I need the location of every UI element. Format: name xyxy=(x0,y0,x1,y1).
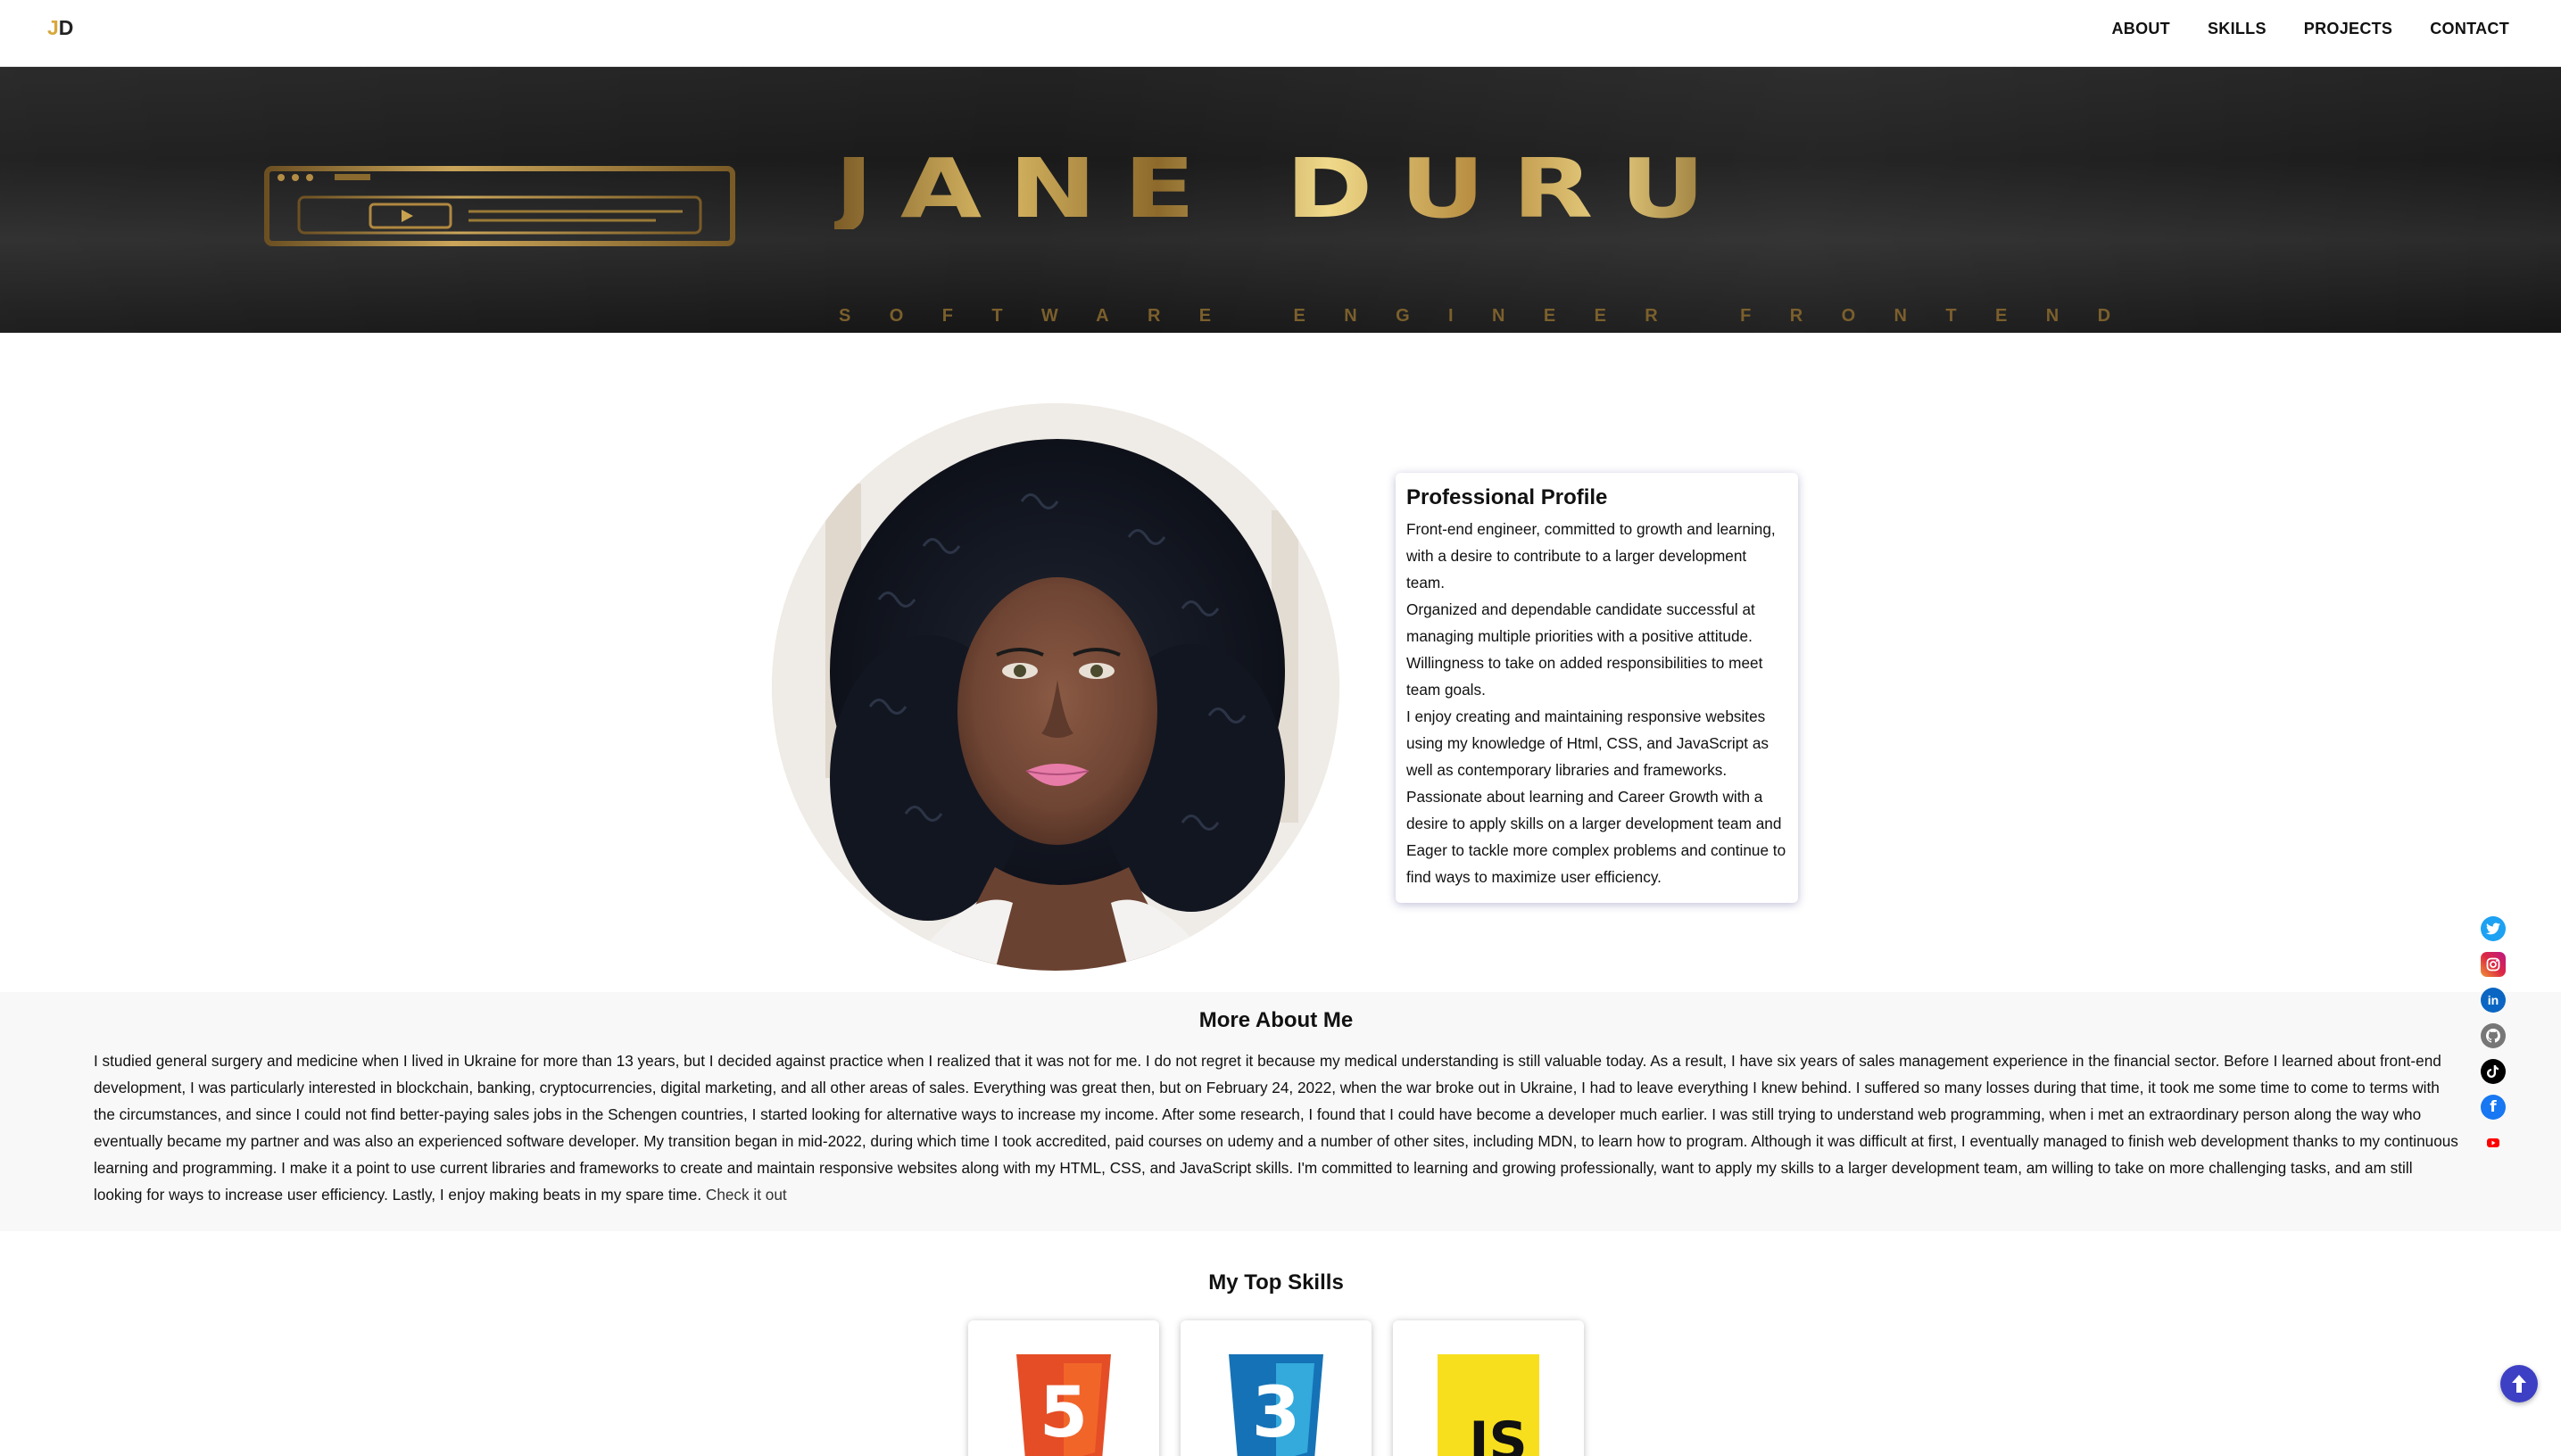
profile-paragraph: Front-end engineer, committed to growth … xyxy=(1406,520,1776,592)
javascript-icon: JS xyxy=(1438,1354,1539,1456)
arrow-up-icon xyxy=(2512,1375,2526,1393)
facebook-icon[interactable]: f xyxy=(2481,1095,2506,1120)
javascript-icon-label: JS xyxy=(1465,1410,1528,1456)
portrait-illustration xyxy=(772,403,1339,971)
html5-icon-label: 5 xyxy=(1040,1373,1088,1453)
more-about-text: I studied general surgery and medicine w… xyxy=(94,1047,2458,1208)
nav-projects-link[interactable]: PROJECTS xyxy=(2304,20,2392,38)
profile-paragraph: Passionate about learning and Career Gro… xyxy=(1406,788,1786,886)
twitter-icon[interactable] xyxy=(2481,916,2506,941)
media-player-icon xyxy=(264,166,735,246)
skill-card-javascript[interactable]: JS xyxy=(1393,1320,1584,1456)
nav-contact-link[interactable]: CONTACT xyxy=(2430,20,2509,38)
logo-letter-d: D xyxy=(58,16,74,39)
css3-icon: 3 xyxy=(1229,1354,1323,1456)
more-about-body: I studied general surgery and medicine w… xyxy=(94,1052,2458,1204)
more-about-title: More About Me xyxy=(1198,1008,1354,1032)
more-about-section: More About Me I studied general surgery … xyxy=(0,992,2561,1231)
profile-paragraph: Organized and dependable candidate succe… xyxy=(1406,600,1763,699)
logo-letter-j: J xyxy=(47,16,59,39)
tiktok-icon[interactable] xyxy=(2481,1059,2506,1084)
nav-links: ABOUT SKILLS PROJECTS CONTACT xyxy=(2111,20,2509,38)
banner-subtitle: SOFTWARE ENGINEER FRONTEND xyxy=(839,306,2150,326)
professional-profile-card: Professional Profile Front-end engineer,… xyxy=(1396,473,1798,903)
html5-icon: 5 xyxy=(1016,1354,1111,1456)
nav-skills-link[interactable]: SKILLS xyxy=(2208,20,2267,38)
hero-banner: JANE DURU SOFTWARE ENGINEER FRONTEND xyxy=(0,67,2561,333)
site-logo[interactable]: JD xyxy=(47,16,73,40)
instagram-icon[interactable] xyxy=(2481,952,2506,977)
banner-name: JANE DURU xyxy=(834,140,1733,236)
nav-about-link[interactable]: ABOUT xyxy=(2111,20,2170,38)
back-to-top-button[interactable] xyxy=(2500,1365,2538,1402)
youtube-icon[interactable] xyxy=(2481,1130,2506,1155)
profile-title: Professional Profile xyxy=(1406,485,1608,509)
profile-photo xyxy=(772,403,1339,971)
css3-icon-label: 3 xyxy=(1252,1373,1300,1453)
top-navbar: JD ABOUT SKILLS PROJECTS CONTACT xyxy=(0,0,2561,67)
github-icon[interactable] xyxy=(2481,1023,2506,1048)
check-it-out-link[interactable]: Check it out xyxy=(706,1186,787,1204)
skill-card-css[interactable]: 3 xyxy=(1181,1320,1372,1456)
skill-card-html[interactable]: 5 xyxy=(968,1320,1159,1456)
linkedin-icon[interactable]: in xyxy=(2481,988,2506,1013)
skills-title: My Top Skills xyxy=(1208,1270,1344,1295)
profile-paragraph: I enjoy creating and maintaining respons… xyxy=(1406,707,1769,779)
